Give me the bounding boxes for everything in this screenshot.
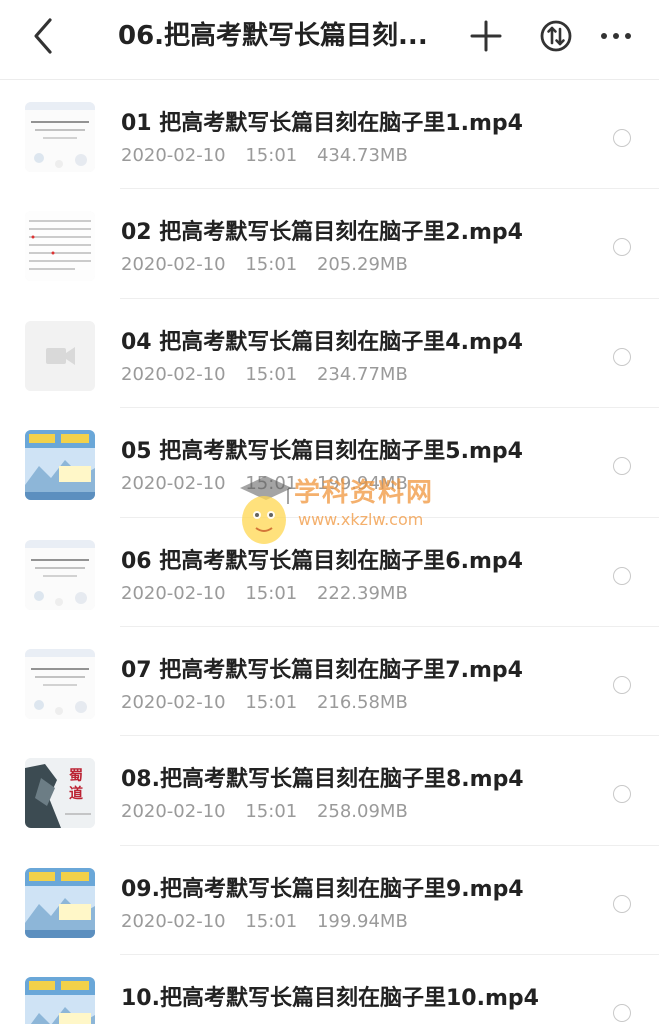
- add-button[interactable]: [464, 14, 508, 58]
- file-meta: 2020-02-10 15:01 258.09MB: [121, 800, 541, 824]
- file-date: 2020-02-10: [121, 910, 226, 932]
- file-thumbnail: [25, 977, 95, 1024]
- file-size: 222.39MB: [316, 582, 408, 604]
- file-date: 2020-02-10: [121, 363, 226, 385]
- file-row[interactable]: 06 把高考默写长篇目刻在脑子里6.mp4 2020-02-10 15:01 2…: [0, 518, 659, 628]
- file-time: 15:01: [245, 691, 298, 713]
- select-checkbox[interactable]: [613, 675, 631, 694]
- file-name: 08.把高考默写长篇目刻在脑子里8.mp4: [121, 767, 524, 793]
- back-button[interactable]: [22, 14, 66, 58]
- more-button[interactable]: [594, 14, 638, 58]
- file-meta: 2020-02-10 15:01 205.29MB: [121, 253, 541, 277]
- file-size: 434.73MB: [316, 145, 408, 166]
- select-checkbox[interactable]: [613, 457, 631, 476]
- file-meta: 2020-02-10 15:01 216.58MB: [121, 691, 541, 715]
- file-time: 15:01: [245, 363, 298, 385]
- more-icon: [601, 33, 631, 39]
- file-thumbnail: [25, 320, 95, 391]
- file-thumbnail: [25, 102, 95, 172]
- file-date: 2020-02-10: [121, 582, 226, 604]
- file-row[interactable]: 02 把高考默写长篇目刻在脑子里2.mp4 2020-02-10 15:01 2…: [0, 189, 659, 300]
- sort-icon: [540, 20, 572, 52]
- plus-icon: [470, 20, 502, 52]
- file-meta: 2020-02-10 15:01 222.39MB: [121, 582, 541, 606]
- file-size: 234.77MB: [316, 363, 408, 385]
- file-thumbnail: [25, 539, 95, 610]
- file-meta: [121, 1019, 541, 1024]
- file-name: 04 把高考默写长篇目刻在脑子里4.mp4: [121, 329, 523, 355]
- file-thumbnail: [25, 430, 95, 501]
- file-row[interactable]: 05 把高考默写长篇目刻在脑子里5.mp4 2020-02-10 15:01 1…: [0, 408, 659, 518]
- file-size: 199.94MB: [316, 473, 408, 495]
- file-date: 2020-02-10: [121, 473, 226, 495]
- select-checkbox[interactable]: [613, 129, 631, 147]
- file-meta: 2020-02-10 15:01 434.73MB: [121, 144, 541, 168]
- file-time: 15:01: [245, 254, 298, 276]
- file-time: 15:01: [245, 801, 298, 823]
- sort-button[interactable]: [534, 14, 578, 58]
- file-meta: 2020-02-10 15:01 199.94MB: [121, 910, 541, 934]
- select-checkbox[interactable]: [613, 894, 631, 913]
- file-size: 205.29MB: [316, 254, 408, 276]
- file-name: 09.把高考默写长篇目刻在脑子里9.mp4: [121, 876, 524, 902]
- file-row[interactable]: 01 把高考默写长篇目刻在脑子里1.mp4 2020-02-10 15:01 4…: [0, 80, 659, 190]
- svg-text:道: 道: [69, 785, 83, 802]
- file-time: 15:01: [245, 145, 298, 166]
- file-thumbnail: 蜀道: [25, 758, 95, 829]
- file-meta: 2020-02-10 15:01 234.77MB: [121, 363, 541, 387]
- file-list: 01 把高考默写长篇目刻在脑子里1.mp4 2020-02-10 15:01 4…: [0, 80, 659, 1024]
- select-checkbox[interactable]: [613, 785, 631, 804]
- file-date: 2020-02-10: [121, 801, 226, 823]
- file-thumbnail: [25, 867, 95, 938]
- file-name: 02 把高考默写长篇目刻在脑子里2.mp4: [121, 220, 523, 246]
- file-thumbnail: [25, 648, 95, 719]
- file-row[interactable]: 09.把高考默写长篇目刻在脑子里9.mp4 2020-02-10 15:01 1…: [0, 846, 659, 956]
- file-time: 15:01: [245, 582, 298, 604]
- file-size: 258.09MB: [316, 801, 408, 823]
- file-date: 2020-02-10: [121, 254, 226, 276]
- file-row[interactable]: 蜀道 08.把高考默写长篇目刻在脑子里8.mp4 2020-02-10 15:0…: [0, 736, 659, 847]
- page-title: 06.把高考默写长篇目刻...: [118, 21, 428, 51]
- file-name: 10.把高考默写长篇目刻在脑子里10.mp4: [121, 986, 539, 1012]
- top-bar: 06.把高考默写长篇目刻...: [0, 0, 659, 80]
- file-date: 2020-02-10: [121, 145, 226, 166]
- file-size: 216.58MB: [316, 691, 408, 713]
- file-size: 199.94MB: [316, 910, 408, 932]
- file-row[interactable]: 04 把高考默写长篇目刻在脑子里4.mp4 2020-02-10 15:01 2…: [0, 299, 659, 409]
- file-name: 01 把高考默写长篇目刻在脑子里1.mp4: [121, 111, 523, 136]
- select-checkbox[interactable]: [613, 1004, 631, 1023]
- file-time: 15:01: [245, 910, 298, 932]
- file-row[interactable]: 07 把高考默写长篇目刻在脑子里7.mp4 2020-02-10 15:01 2…: [0, 627, 659, 737]
- chevron-left-icon: [34, 18, 52, 54]
- file-row[interactable]: 10.把高考默写长篇目刻在脑子里10.mp4: [0, 955, 659, 1024]
- file-name: 06 把高考默写长篇目刻在脑子里6.mp4: [121, 548, 523, 574]
- file-name: 07 把高考默写长篇目刻在脑子里7.mp4: [121, 657, 523, 683]
- svg-text:蜀: 蜀: [69, 768, 83, 784]
- select-checkbox[interactable]: [613, 347, 631, 366]
- select-checkbox[interactable]: [613, 566, 631, 585]
- file-date: 2020-02-10: [121, 691, 226, 713]
- file-name: 05 把高考默写长篇目刻在脑子里5.mp4: [121, 439, 523, 465]
- app-root: 06.把高考默写长篇目刻... 01 把高考默写长篇目刻在脑子里1.mp4 20…: [0, 0, 659, 1024]
- file-time: 15:01: [245, 473, 298, 495]
- select-checkbox[interactable]: [613, 238, 631, 257]
- file-thumbnail: [25, 211, 95, 282]
- file-meta: 2020-02-10 15:01 199.94MB: [121, 472, 541, 496]
